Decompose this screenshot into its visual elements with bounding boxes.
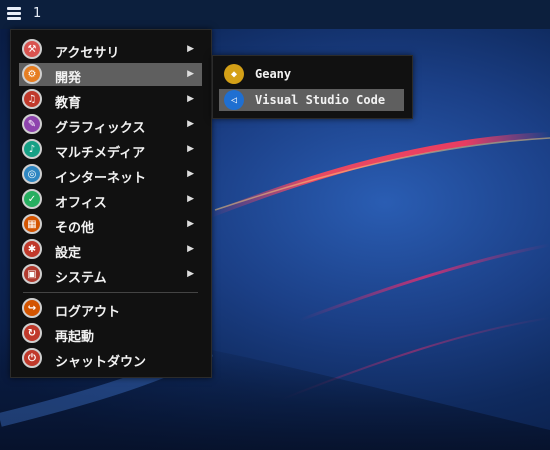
taskbar: 1: [0, 0, 550, 29]
accessories-icon: ⚒: [22, 39, 42, 59]
system-icon: ▣: [22, 264, 42, 284]
menu-item-label: 教育: [55, 96, 82, 111]
submenu-arrow-icon: ▶: [187, 69, 194, 79]
submenu-arrow-icon: ▶: [187, 94, 194, 104]
menu-icon[interactable]: [4, 4, 24, 24]
submenu-arrow-icon: ▶: [187, 244, 194, 254]
submenu-arrow-icon: ▶: [187, 219, 194, 229]
menu-item-office[interactable]: ✓ オフィス ▶: [19, 188, 202, 211]
multimedia-icon: ♪: [22, 139, 42, 159]
menu-item-label: オフィス: [55, 196, 107, 211]
submenu-arrow-icon: ▶: [187, 169, 194, 179]
geany-icon: ◆: [224, 64, 244, 84]
menu-item-label: システム: [55, 271, 107, 286]
submenu-item-label: Visual Studio Code: [255, 93, 386, 107]
menu-item-graphics[interactable]: ✎ グラフィックス ▶: [19, 113, 202, 136]
submenu-arrow-icon: ▶: [187, 269, 194, 279]
submenu-arrow-icon: ▶: [187, 44, 194, 54]
settings-icon: ✱: [22, 239, 42, 259]
menu-item-system[interactable]: ▣ システム ▶: [19, 263, 202, 286]
menu-action-label: ログアウト: [55, 305, 121, 320]
development-icon: ⚙: [22, 64, 42, 84]
menu-item-label: その他: [55, 221, 95, 236]
internet-icon: ◎: [22, 164, 42, 184]
shutdown-icon: ⏻: [22, 348, 42, 368]
workspace-indicator[interactable]: 1: [33, 6, 41, 21]
graphics-icon: ✎: [22, 114, 42, 134]
menu-action-restart[interactable]: ↻ 再起動: [19, 322, 202, 345]
menu-separator: [23, 292, 198, 293]
menu-item-other[interactable]: ▦ その他 ▶: [19, 213, 202, 236]
menu-action-label: 再起動: [55, 330, 95, 345]
education-icon: ♫: [22, 89, 42, 109]
submenu-item-vscode[interactable]: ◁ Visual Studio Code: [219, 89, 404, 111]
submenu-item-label: Geany: [255, 67, 292, 81]
menu-action-shutdown[interactable]: ⏻ シャットダウン: [19, 347, 202, 370]
menu-action-label: シャットダウン: [55, 355, 147, 370]
menu-action-logout[interactable]: ↪ ログアウト: [19, 297, 202, 320]
menu-item-accessories[interactable]: ⚒ アクセサリ ▶: [19, 38, 202, 61]
menu-item-education[interactable]: ♫ 教育 ▶: [19, 88, 202, 111]
menu-item-development[interactable]: ⚙ 開発 ▶: [19, 63, 202, 86]
menu-item-label: 開発: [55, 71, 82, 86]
office-icon: ✓: [22, 189, 42, 209]
menu-item-label: インターネット: [55, 171, 147, 186]
menu-item-internet[interactable]: ◎ インターネット ▶: [19, 163, 202, 186]
submenu-arrow-icon: ▶: [187, 119, 194, 129]
menu-item-settings[interactable]: ✱ 設定 ▶: [19, 238, 202, 261]
menu-item-label: アクセサリ: [55, 46, 120, 61]
vscode-icon: ◁: [224, 90, 244, 110]
menu-item-label: マルチメディア: [55, 146, 146, 161]
submenu-arrow-icon: ▶: [187, 144, 194, 154]
other-icon: ▦: [22, 214, 42, 234]
restart-icon: ↻: [22, 323, 42, 343]
development-submenu: ◆ Geany ◁ Visual Studio Code: [212, 55, 413, 119]
application-menu: ⚒ アクセサリ ▶ ⚙ 開発 ▶ ♫ 教育 ▶ ✎ グラフィックス ▶ ♪ マルチメディア ▶ ◎ インターネッ…: [10, 29, 212, 378]
submenu-item-geany[interactable]: ◆ Geany: [219, 63, 404, 85]
menu-item-label: 設定: [55, 246, 82, 261]
logout-icon: ↪: [22, 298, 42, 318]
menu-item-label: グラフィックス: [55, 121, 146, 136]
submenu-arrow-icon: ▶: [187, 194, 194, 204]
menu-item-multimedia[interactable]: ♪ マルチメディア ▶: [19, 138, 202, 161]
